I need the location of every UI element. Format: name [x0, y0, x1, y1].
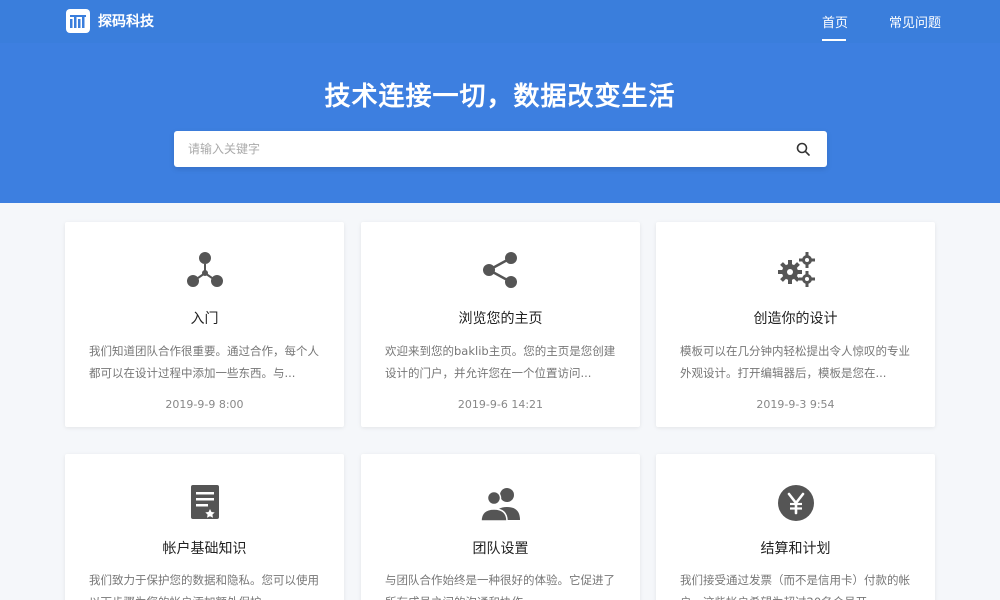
- nav-home-wrap: 首页: [822, 0, 848, 43]
- nav-home-link[interactable]: 首页: [822, 12, 848, 31]
- hero-title: 技术连接一切，数据改变生活: [324, 82, 676, 112]
- card-description: 与团队合作始终是一种很好的体验。它促进了所有成员之间的沟通和协作。: [385, 573, 615, 600]
- card-description: 模板可以在几分钟内轻松提出令人惊叹的专业外观设计。打开编辑器后，模板是您在...: [680, 344, 910, 380]
- users-icon: [361, 486, 640, 522]
- card-date: 2019-9-3 9:54: [756, 398, 835, 411]
- share-icon: [361, 250, 640, 290]
- card-title: 帐户基础知识: [162, 541, 247, 557]
- search-box: [174, 131, 827, 167]
- card-account-basics[interactable]: 帐户基础知识 我们致力于保护您的数据和隐私。您可以使用以下步骤为您的帐户添加额外…: [65, 454, 344, 600]
- card-description: 我们知道团队合作很重要。通过合作，每个人都可以在设计过程中添加一些东西。与...: [89, 344, 319, 380]
- brand[interactable]: 探码科技: [66, 9, 154, 33]
- brand-logo-icon: [66, 9, 90, 33]
- card-getting-started[interactable]: 入门 我们知道团队合作很重要。通过合作，每个人都可以在设计过程中添加一些东西。与…: [65, 222, 344, 427]
- card-date: 2019-9-9 8:00: [165, 398, 244, 411]
- card-create-design[interactable]: 创造你的设计 模板可以在几分钟内轻松提出令人惊叹的专业外观设计。打开编辑器后，模…: [656, 222, 935, 427]
- document-icon: [65, 484, 344, 520]
- card-billing-plans[interactable]: 结算和计划 我们接受通过发票（而不是信用卡）付款的帐户。这些帐户希望为超过20名…: [656, 454, 935, 600]
- search-icon[interactable]: [794, 140, 812, 158]
- gears-icon: [656, 250, 935, 290]
- card-browse-homepage[interactable]: 浏览您的主页 欢迎来到您的baklib主页。您的主页是您创建设计的门户，并允许您…: [361, 222, 640, 427]
- card-description: 我们接受通过发票（而不是信用卡）付款的帐户。这些帐户希望为超过20名会员开...: [680, 573, 910, 600]
- card-date: 2019-9-6 14:21: [457, 398, 544, 411]
- brand-name: 探码科技: [98, 14, 154, 30]
- nav-faq-wrap: 常见问题: [889, 0, 941, 43]
- yen-icon: [656, 484, 935, 522]
- card-title: 团队设置: [472, 541, 529, 557]
- card-title: 创造你的设计: [753, 311, 838, 327]
- card-team-settings[interactable]: 团队设置 与团队合作始终是一种很好的体验。它促进了所有成员之间的沟通和协作。: [361, 454, 640, 600]
- card-description: 欢迎来到您的baklib主页。您的主页是您创建设计的门户，并允许您在一个位置访问…: [385, 344, 616, 380]
- card-title: 结算和计划: [760, 541, 831, 557]
- card-title: 浏览您的主页: [458, 311, 543, 327]
- card-description: 我们致力于保护您的数据和隐私。您可以使用以下步骤为您的帐户添加额外保护。: [89, 573, 319, 600]
- nav-active-indicator: [822, 39, 846, 41]
- hero-banner: [0, 43, 1000, 203]
- card-title: 入门: [190, 311, 219, 327]
- nav-faq-link[interactable]: 常见问题: [889, 12, 941, 31]
- search-input[interactable]: [188, 139, 768, 159]
- nodes-icon: [65, 250, 344, 290]
